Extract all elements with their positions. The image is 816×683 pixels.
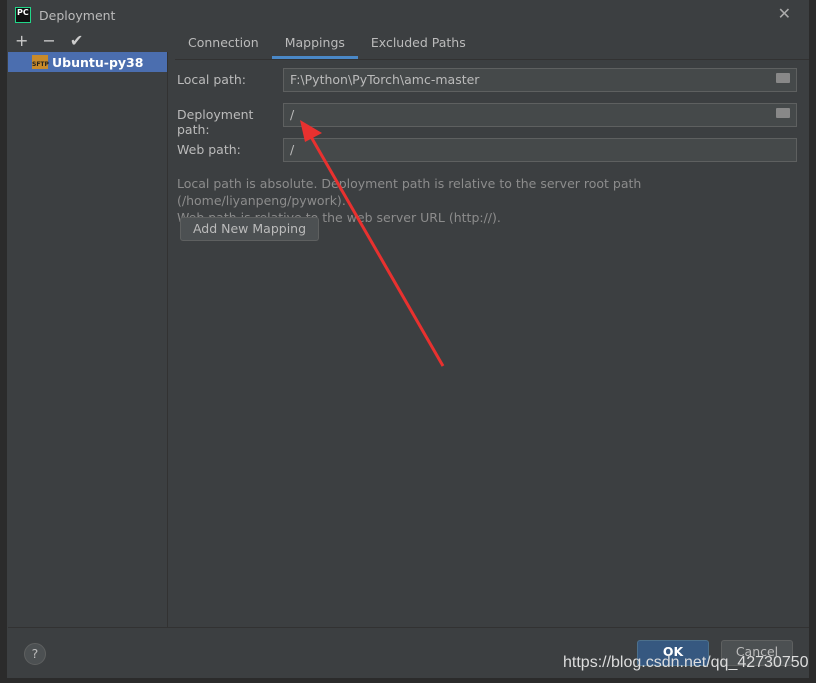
watermark: https://blog.csdn.net/qq_42730750 (563, 654, 809, 671)
annotation-arrow (300, 120, 445, 367)
arrow-head (300, 120, 322, 142)
arrow-shaft (308, 134, 445, 367)
